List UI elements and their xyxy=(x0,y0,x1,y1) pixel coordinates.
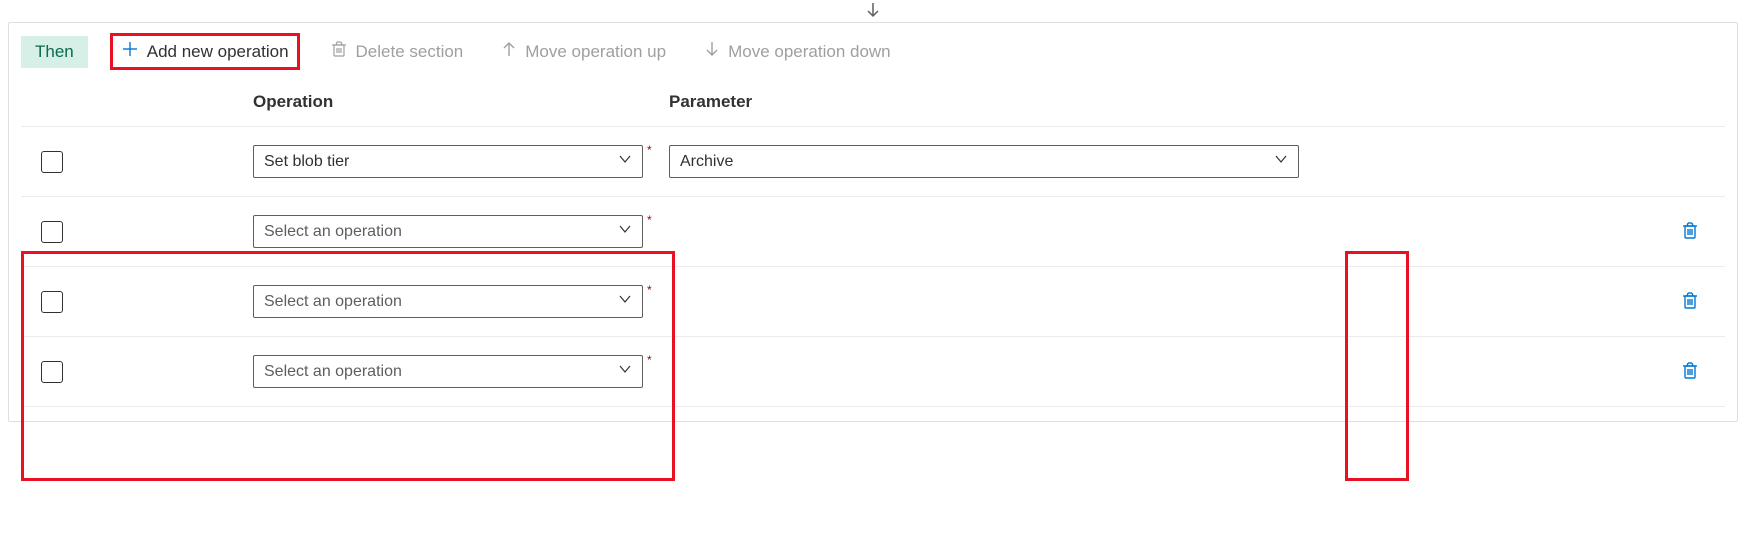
operations-table-header: Operation Parameter xyxy=(21,92,1725,127)
row-checkbox[interactable] xyxy=(41,291,63,313)
delete-row-button[interactable] xyxy=(1676,216,1704,247)
chevron-down-icon xyxy=(618,362,632,381)
delete-row-button[interactable] xyxy=(1676,356,1704,387)
delete-cell xyxy=(1655,216,1725,247)
row-checkbox-cell xyxy=(21,291,253,313)
operation-select[interactable]: Select an operation xyxy=(253,355,643,388)
parameter-select-value: Archive xyxy=(680,153,733,171)
parameter-cell: Archive xyxy=(669,145,1655,178)
delete-cell xyxy=(1655,356,1725,387)
move-operation-down-button[interactable]: Move operation down xyxy=(696,37,899,66)
move-down-label: Move operation down xyxy=(728,42,891,62)
operation-row: Set blob tier * Archive xyxy=(21,127,1725,197)
delete-row-button[interactable] xyxy=(1676,286,1704,317)
operation-cell: Select an operation * xyxy=(253,355,669,388)
row-checkbox-cell xyxy=(21,361,253,383)
operation-select-value: Select an operation xyxy=(264,363,402,381)
arrow-up-icon xyxy=(501,41,517,62)
plus-icon xyxy=(121,40,139,63)
trash-icon xyxy=(1680,290,1700,313)
operation-select[interactable]: Select an operation xyxy=(253,215,643,248)
trash-icon xyxy=(1680,360,1700,383)
required-indicator: * xyxy=(647,143,652,157)
row-checkbox[interactable] xyxy=(41,361,63,383)
column-spacer xyxy=(21,92,253,112)
delete-section-label: Delete section xyxy=(356,42,464,62)
operation-row: Select an operation * xyxy=(21,337,1725,407)
parameter-select[interactable]: Archive xyxy=(669,145,1299,178)
section-toolbar: Then Add new operation xyxy=(21,33,1725,70)
chevron-down-icon xyxy=(1274,152,1288,171)
operation-select-value: Select an operation xyxy=(264,293,402,311)
required-indicator: * xyxy=(647,283,652,297)
then-section-panel: Then Add new operation xyxy=(8,22,1738,422)
row-checkbox-cell xyxy=(21,151,253,173)
operation-select-value: Select an operation xyxy=(264,223,402,241)
chevron-down-icon xyxy=(618,292,632,311)
operation-cell: Select an operation * xyxy=(253,285,669,318)
row-checkbox-cell xyxy=(21,221,253,243)
add-new-operation-label: Add new operation xyxy=(147,42,289,62)
operation-column-header: Operation xyxy=(253,92,669,112)
trash-icon xyxy=(330,40,348,63)
arrow-down-icon xyxy=(704,41,720,62)
row-checkbox[interactable] xyxy=(41,221,63,243)
chevron-down-icon xyxy=(618,152,632,171)
add-new-operation-button[interactable]: Add new operation xyxy=(110,33,300,70)
delete-cell xyxy=(1655,286,1725,317)
row-checkbox[interactable] xyxy=(41,151,63,173)
chevron-down-icon xyxy=(618,222,632,241)
operation-select-value: Set blob tier xyxy=(264,153,349,171)
operation-cell: Set blob tier * xyxy=(253,145,669,178)
operation-select[interactable]: Select an operation xyxy=(253,285,643,318)
delete-section-button[interactable]: Delete section xyxy=(322,36,472,67)
then-badge: Then xyxy=(21,36,88,68)
required-indicator: * xyxy=(647,213,652,227)
move-up-label: Move operation up xyxy=(525,42,666,62)
trash-icon xyxy=(1680,220,1700,243)
operation-row: Select an operation * xyxy=(21,267,1725,337)
operation-cell: Select an operation * xyxy=(253,215,669,248)
move-operation-up-button[interactable]: Move operation up xyxy=(493,37,674,66)
operation-row: Select an operation * xyxy=(21,197,1725,267)
parameter-column-header: Parameter xyxy=(669,92,1725,112)
operation-select[interactable]: Set blob tier xyxy=(253,145,643,178)
flow-arrow-down xyxy=(0,0,1746,22)
required-indicator: * xyxy=(647,353,652,367)
